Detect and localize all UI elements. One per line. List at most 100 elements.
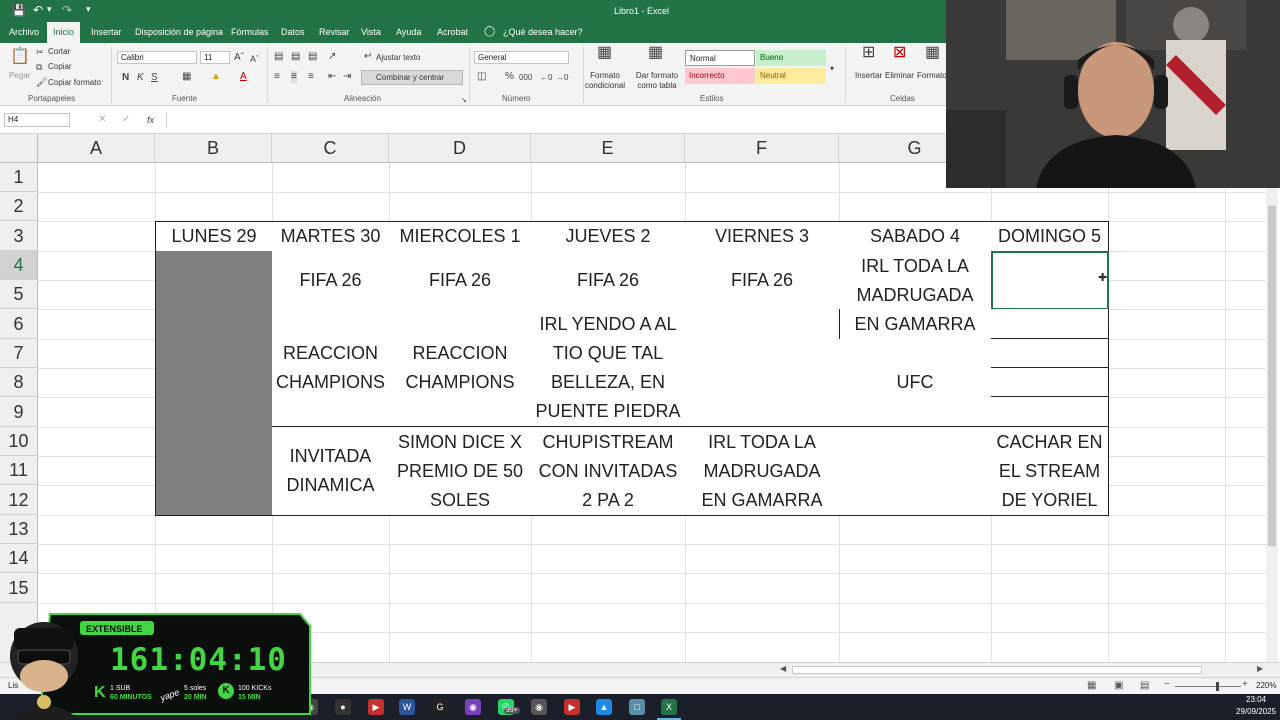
row-header-8[interactable]: 8 <box>0 368 38 397</box>
row-header-12[interactable]: 12 <box>0 485 38 515</box>
copy-icon[interactable]: ⧉ <box>36 61 42 73</box>
taskbar-app-icon[interactable]: ▶ <box>368 699 384 715</box>
fill-color-icon[interactable]: ▲ <box>211 71 221 83</box>
taskbar-app-icon[interactable]: ◉ <box>531 699 547 715</box>
cell-viernes-irl[interactable]: IRL TODA LA MADRUGADA EN GAMARRA <box>685 427 840 516</box>
undo-dropdown-icon[interactable]: ▾ <box>47 4 52 15</box>
tab-inicio[interactable]: Inicio <box>47 22 81 43</box>
cell-miercoles-reaccion[interactable]: REACCION CHAMPIONS <box>389 309 532 427</box>
font-color-icon[interactable]: A <box>240 71 247 83</box>
select-all-corner[interactable] <box>0 134 38 163</box>
copy-button[interactable]: Copiar <box>48 62 72 71</box>
cell-jueves-irl[interactable]: IRL YENDO A AL TIO QUE TAL BELLEZA, EN P… <box>531 309 686 427</box>
col-header-e[interactable]: E <box>531 134 685 163</box>
grow-font-icon[interactable]: Aˆ <box>234 52 244 64</box>
underline-icon[interactable]: S <box>151 72 158 84</box>
day-header-domingo[interactable]: DOMINGO 5 <box>991 221 1109 252</box>
taskbar-app-icon[interactable]: ● <box>335 699 351 715</box>
col-header-f[interactable]: F <box>685 134 839 163</box>
align-top-icon[interactable]: ▤ <box>274 51 283 63</box>
taskbar-app-icon[interactable]: G <box>432 699 448 715</box>
tab-ayuda[interactable]: Ayuda <box>390 22 427 43</box>
cell-martes-invitada[interactable]: INVITADA DINAMICA <box>272 427 390 516</box>
cell-domingo-cachar[interactable]: CACHAR EN EL STREAM DE YORIEL <box>991 427 1109 516</box>
normal-view-icon[interactable]: ▦ <box>1087 680 1096 691</box>
lunes-gray-block[interactable] <box>155 251 273 516</box>
taskbar-word-icon[interactable]: W <box>399 699 415 715</box>
row-header-2[interactable]: 2 <box>0 192 38 221</box>
format-cells-icon[interactable]: ▦ <box>925 45 940 61</box>
col-header-d[interactable]: D <box>389 134 531 163</box>
selected-cell-h4[interactable] <box>991 251 1109 310</box>
cell-sabado-empty[interactable] <box>839 427 992 516</box>
row-header-13[interactable]: 13 <box>0 515 38 544</box>
cell-miercoles-fifa[interactable]: FIFA 26 <box>389 251 532 310</box>
row-header-7[interactable]: 7 <box>0 339 38 368</box>
cell-viernes-fifa[interactable]: FIFA 26 <box>685 251 840 310</box>
zoom-level[interactable]: 220% <box>1256 681 1276 690</box>
row-header-11[interactable]: 11 <box>0 456 38 485</box>
tab-acrobat[interactable]: Acrobat <box>431 22 474 43</box>
align-center-icon[interactable]: ≡ <box>291 71 297 83</box>
zoom-in-icon[interactable]: + <box>1242 679 1248 690</box>
taskbar-excel-icon[interactable]: X <box>661 699 677 715</box>
decrease-decimal-icon[interactable]: →0 <box>556 72 568 84</box>
paste-button[interactable]: Pegar <box>9 71 30 80</box>
cell-domingo-7[interactable] <box>991 339 1109 368</box>
row-header-10[interactable]: 10 <box>0 427 38 456</box>
style-bueno[interactable]: Bueno <box>756 50 826 66</box>
col-header-c[interactable]: C <box>272 134 389 163</box>
customize-qat-icon[interactable]: ▾ <box>86 4 91 15</box>
increase-indent-icon[interactable]: ⇥ <box>343 71 351 83</box>
tab-disposicion[interactable]: Disposición de página <box>129 22 229 43</box>
percent-icon[interactable]: % <box>505 71 514 83</box>
tell-me-search[interactable]: ¿Qué desea hacer? <box>497 22 589 43</box>
orientation-icon[interactable]: ↗ <box>328 51 336 63</box>
enter-formula-icon[interactable]: ✓ <box>122 114 130 126</box>
cut-icon[interactable]: ✂ <box>36 46 44 58</box>
wrap-text-icon[interactable]: ↵ <box>364 51 372 63</box>
delete-cells-icon[interactable]: ⊠ <box>893 45 906 61</box>
format-as-table-icon[interactable]: ▦ <box>648 45 663 61</box>
cut-button[interactable]: Cortar <box>48 47 70 56</box>
page-break-icon[interactable]: ▤ <box>1140 680 1149 691</box>
insert-cells-button[interactable]: Insertar <box>855 71 882 80</box>
zoom-out-icon[interactable]: − <box>1164 679 1170 690</box>
row-header-14[interactable]: 14 <box>0 544 38 573</box>
tab-revisar[interactable]: Revisar <box>313 22 356 43</box>
align-bottom-icon[interactable]: ▤ <box>308 51 317 63</box>
col-header-b[interactable]: B <box>155 134 272 163</box>
wrap-text-button[interactable]: Ajustar texto <box>376 53 420 62</box>
row-header-4[interactable]: 4 <box>0 251 38 280</box>
day-header-lunes[interactable]: LUNES 29 <box>155 221 273 252</box>
taskbar-app-icon[interactable]: ▶ <box>564 699 580 715</box>
style-neutral[interactable]: Neutral <box>756 68 826 84</box>
number-format-select[interactable]: General <box>474 51 569 64</box>
cell-sabado-irl[interactable]: IRL TODA LA MADRUGADA EN GAMARRA <box>839 251 992 340</box>
cancel-formula-icon[interactable]: ✕ <box>98 114 106 126</box>
align-middle-icon[interactable]: ▤ <box>291 51 300 63</box>
zoom-slider-thumb[interactable] <box>1216 682 1219 691</box>
styles-more-icon[interactable]: ▾ <box>830 63 834 75</box>
cell-domingo-9[interactable] <box>991 397 1109 427</box>
row-header-5[interactable]: 5 <box>0 280 38 309</box>
align-left-icon[interactable]: ≡ <box>274 71 280 83</box>
accounting-icon[interactable]: ◫ <box>477 71 486 83</box>
redo-icon[interactable]: ↷ <box>62 3 72 17</box>
tab-insertar[interactable]: Insertar <box>85 22 128 43</box>
cell-miercoles-simon[interactable]: SIMON DICE X PREMIO DE 50 SOLES <box>389 427 532 516</box>
format-painter-icon[interactable]: 🖌 <box>36 76 47 88</box>
clock-date[interactable]: 29/09/2025 <box>1236 707 1276 716</box>
taskbar-app-icon[interactable]: □ <box>629 699 645 715</box>
delete-cells-button[interactable]: Eliminar <box>885 71 914 80</box>
insert-cells-icon[interactable]: ⊞ <box>862 45 875 61</box>
cell-jueves-chupistream[interactable]: CHUPISTREAM CON INVITADAS 2 PA 2 <box>531 427 686 516</box>
horizontal-scroll-thumb[interactable] <box>792 666 1202 674</box>
day-header-viernes[interactable]: VIERNES 3 <box>685 221 840 252</box>
undo-icon[interactable]: ↶ <box>33 3 43 17</box>
day-header-martes[interactable]: MARTES 30 <box>272 221 390 252</box>
col-header-a[interactable]: A <box>38 134 155 163</box>
paste-icon[interactable]: 📋 <box>10 49 30 65</box>
cell-sabado-ufc[interactable]: UFC <box>839 339 992 427</box>
insert-function-icon[interactable]: fx <box>147 114 154 126</box>
